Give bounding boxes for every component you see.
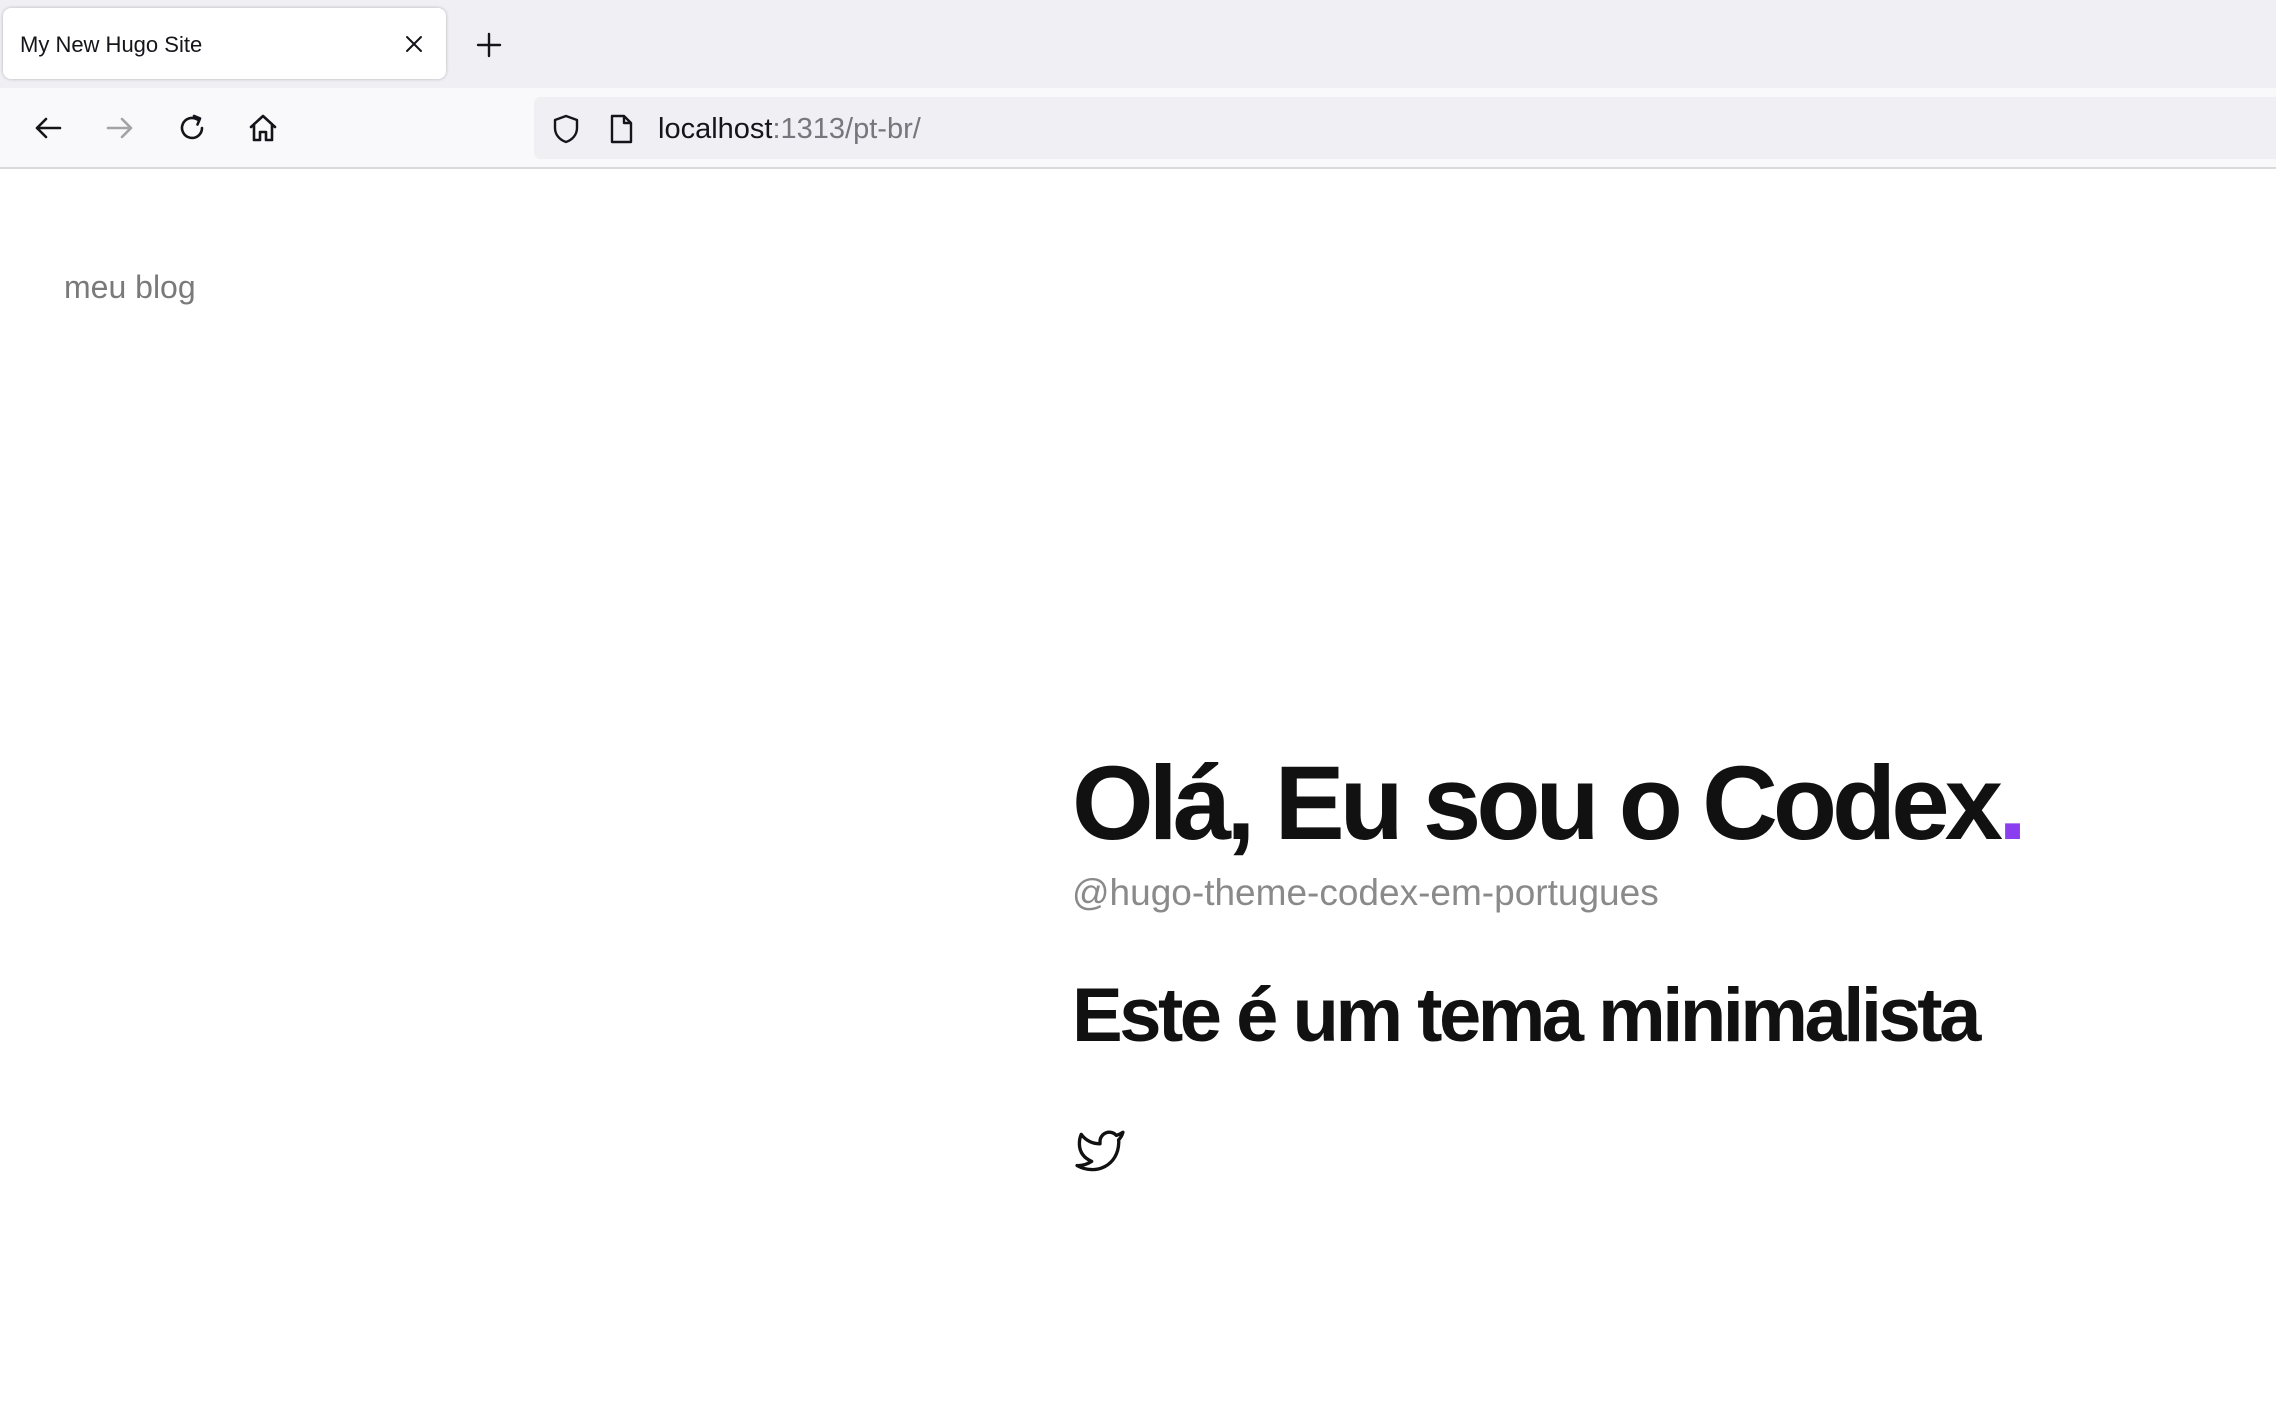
plus-icon[interactable] bbox=[472, 28, 506, 62]
tab-strip: My New Hugo Site bbox=[0, 0, 2276, 88]
navigation-toolbar: localhost:1313/pt-br/ bbox=[0, 88, 2276, 169]
page-content: meu blog Olá, Eu sou o Codex. @hugo-them… bbox=[0, 171, 2276, 1410]
arrow-left-icon[interactable] bbox=[26, 106, 70, 150]
reload-icon[interactable] bbox=[170, 106, 214, 150]
hero-heading-dot: . bbox=[1997, 745, 2027, 862]
hero-heading-text: Olá, Eu sou o Codex bbox=[1072, 745, 2003, 862]
site-title-link[interactable]: meu blog bbox=[64, 269, 196, 306]
tab-title: My New Hugo Site bbox=[20, 32, 203, 57]
address-bar[interactable]: localhost:1313/pt-br/ bbox=[534, 97, 2276, 159]
browser-tab[interactable]: My New Hugo Site bbox=[3, 8, 446, 79]
home-icon[interactable] bbox=[241, 106, 285, 150]
twitter-icon bbox=[1072, 1130, 1128, 1180]
close-icon[interactable] bbox=[399, 29, 429, 59]
url-path: :1313/pt-br/ bbox=[772, 113, 921, 145]
hero-heading: Olá, Eu sou o Codex. bbox=[1072, 751, 2222, 856]
twitter-link[interactable] bbox=[1072, 1126, 1128, 1176]
arrow-right-icon[interactable] bbox=[98, 106, 142, 150]
hero-section: Olá, Eu sou o Codex. @hugo-theme-codex-e… bbox=[1072, 751, 2222, 1176]
document-icon[interactable] bbox=[604, 112, 638, 146]
shield-icon[interactable] bbox=[549, 112, 583, 146]
url-host: localhost bbox=[658, 113, 773, 145]
hero-tagline: Este é um tema minimalista bbox=[1072, 973, 1981, 1058]
url-text[interactable]: localhost:1313/pt-br/ bbox=[658, 97, 921, 159]
hero-handle: @hugo-theme-codex-em-portugues bbox=[1072, 872, 1659, 913]
